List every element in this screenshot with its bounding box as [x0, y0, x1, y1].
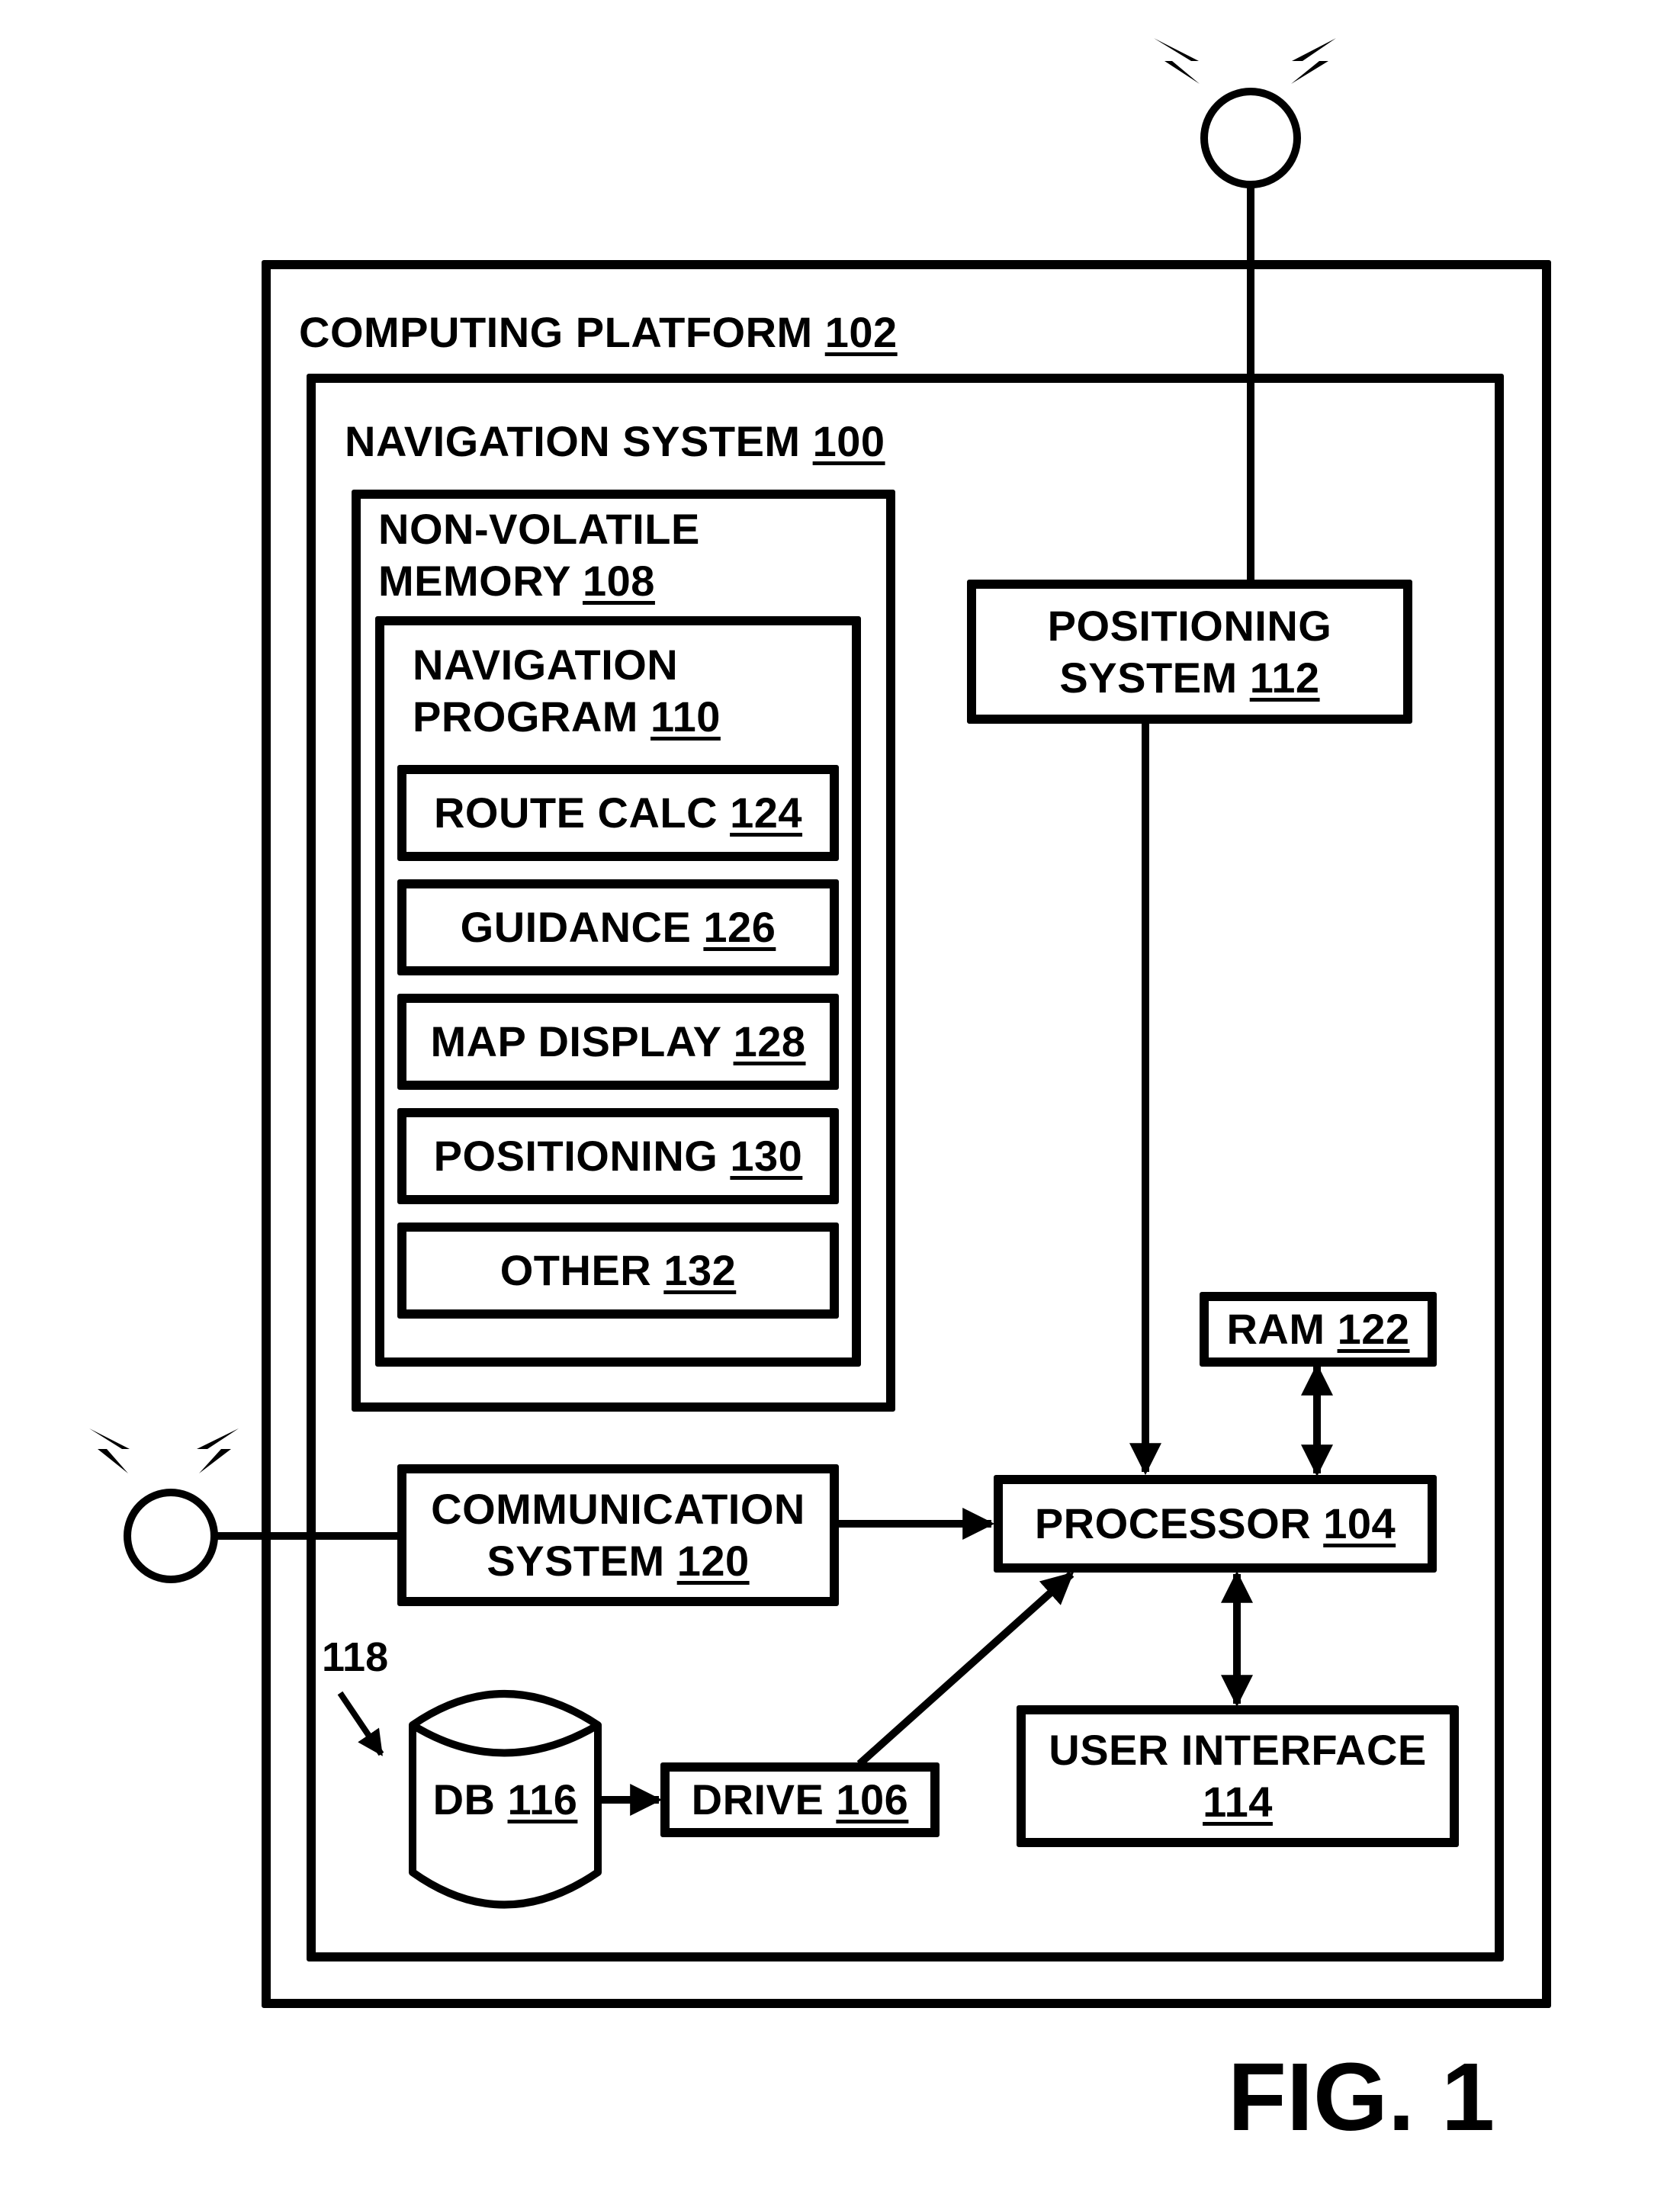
positioning-system-box: POSITIONING SYSTEM 112	[967, 580, 1412, 724]
signal-bolt-left-icon	[1154, 38, 1200, 84]
positioning-system-ref: 112	[1249, 653, 1320, 702]
navigation-system-ref: 100	[812, 417, 885, 465]
module-route-calc: ROUTE CALC 124	[397, 765, 839, 861]
non-volatile-memory-line2: MEMORY	[378, 557, 570, 605]
navigation-program-label: NAVIGATION PROGRAM 110	[413, 639, 721, 743]
callout-118-label: 118	[322, 1634, 389, 1680]
user-interface-box: USER INTERFACE 114	[1017, 1705, 1459, 1847]
drive-box: DRIVE 106	[660, 1762, 940, 1837]
module-ref: 126	[703, 903, 776, 951]
communication-system-box: COMMUNICATION SYSTEM 120	[397, 1464, 839, 1606]
module-name: POSITIONING	[433, 1132, 718, 1180]
non-volatile-memory-line1: NON-VOLATILE	[378, 505, 700, 553]
navigation-system-name: NAVIGATION SYSTEM	[345, 417, 801, 465]
non-volatile-memory-label: NON-VOLATILE MEMORY 108	[378, 503, 700, 607]
signal-bolt-right-icon	[197, 1428, 239, 1473]
module-ref: 124	[730, 789, 803, 837]
navigation-program-line1: NAVIGATION	[413, 641, 679, 689]
user-interface-ref: 114	[1203, 1778, 1273, 1826]
drive-name: DRIVE	[691, 1775, 824, 1823]
user-interface-line1: USER INTERFACE	[1049, 1726, 1427, 1774]
non-volatile-memory-ref: 108	[582, 557, 655, 605]
ram-ref: 122	[1337, 1305, 1410, 1353]
signal-bolt-right-icon	[1291, 38, 1336, 84]
figure-label: FIG. 1	[1228, 2043, 1495, 2151]
patent-figure: COMPUTING PLATFORM 102 NAVIGATION SYSTEM…	[0, 0, 1680, 2188]
positioning-system-line1: POSITIONING	[1047, 601, 1332, 650]
ram-box: RAM 122	[1200, 1292, 1437, 1367]
positioning-system-line2: SYSTEM	[1059, 653, 1238, 702]
database-label: DB 116	[413, 1773, 598, 1827]
module-name: OTHER	[500, 1246, 652, 1294]
module-map-display: MAP DISPLAY 128	[397, 994, 839, 1090]
computing-platform-name: COMPUTING PLATFORM	[299, 308, 813, 356]
database-name: DB	[432, 1775, 496, 1823]
module-name: ROUTE CALC	[433, 789, 718, 837]
drive-ref: 106	[836, 1775, 909, 1823]
module-other: OTHER 132	[397, 1223, 839, 1319]
communication-system-ref: 120	[676, 1537, 750, 1585]
module-guidance: GUIDANCE 126	[397, 879, 839, 975]
communication-system-line2: SYSTEM	[487, 1537, 665, 1585]
module-name: MAP DISPLAY	[430, 1017, 721, 1065]
communication-system-line1: COMMUNICATION	[431, 1485, 805, 1533]
computing-platform-ref: 102	[824, 308, 898, 356]
signal-bolt-left-icon	[89, 1428, 130, 1473]
navigation-program-ref: 110	[650, 692, 721, 741]
navigation-system-label: NAVIGATION SYSTEM 100	[345, 416, 885, 467]
processor-ref: 104	[1323, 1499, 1396, 1547]
processor-box: PROCESSOR 104	[994, 1475, 1437, 1573]
processor-name: PROCESSOR	[1034, 1499, 1312, 1547]
module-ref: 128	[733, 1017, 806, 1065]
module-positioning: POSITIONING 130	[397, 1108, 839, 1204]
ram-name: RAM	[1226, 1305, 1325, 1353]
computing-platform-label: COMPUTING PLATFORM 102	[299, 307, 898, 358]
navigation-program-line2: PROGRAM	[413, 692, 638, 741]
module-name: GUIDANCE	[460, 903, 692, 951]
module-ref: 130	[730, 1132, 803, 1180]
module-ref: 132	[663, 1246, 737, 1294]
database-ref: 116	[507, 1775, 578, 1823]
